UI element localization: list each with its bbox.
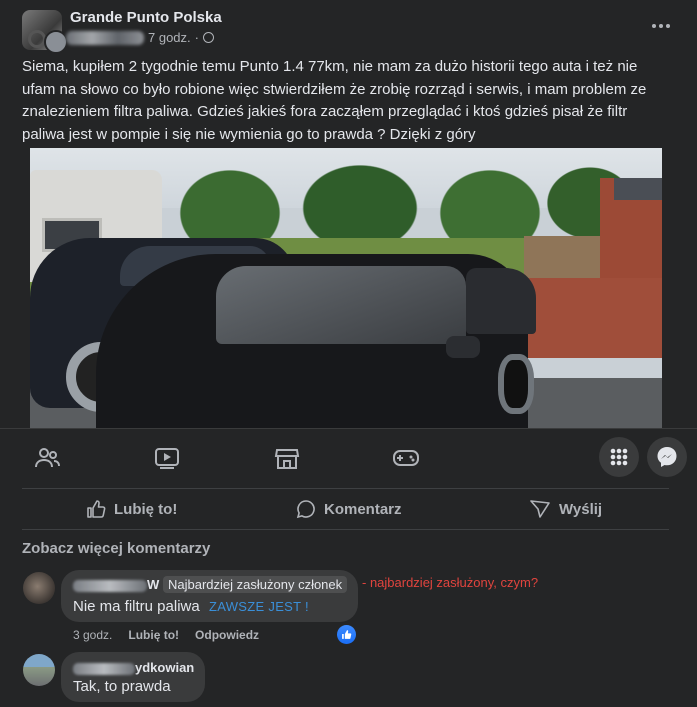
photo-roof: [614, 178, 662, 200]
comment-text: Nie ma filtru paliwa: [73, 598, 200, 615]
share-button[interactable]: Wyślij: [529, 494, 602, 524]
comment-bubble: W Najbardziej zasłużony członek Nie ma f…: [61, 570, 358, 622]
menu-grid-icon[interactable]: [599, 437, 639, 477]
commenter-name[interactable]: ydkowian: [73, 660, 194, 675]
photo-fence: [524, 236, 604, 280]
globe-icon: [203, 32, 214, 43]
post-card: Grande Punto Polska 7 godz. · Siema, kup…: [0, 0, 697, 707]
meta-separator: ·: [194, 30, 199, 45]
actions-bottom-divider: [22, 529, 669, 530]
commenter-avatar[interactable]: [23, 654, 55, 686]
post-photo[interactable]: [30, 148, 662, 428]
send-icon: [530, 500, 550, 518]
like-label: Lubię to!: [114, 500, 178, 518]
like-reaction-icon[interactable]: [337, 625, 356, 644]
comment-time[interactable]: 3 godz.: [73, 628, 112, 642]
photo-car-main: [96, 254, 536, 428]
comment-reply-link[interactable]: Odpowiedz: [195, 628, 259, 642]
commenter-name[interactable]: W: [73, 577, 159, 592]
group-name-link[interactable]: Grande Punto Polska: [70, 9, 222, 26]
see-more-comments-link[interactable]: Zobacz więcej komentarzy: [22, 540, 210, 557]
marketplace-icon[interactable]: [272, 443, 302, 473]
author-avatar[interactable]: [44, 30, 68, 54]
side-annotation: - najbardziej zasłużony, czym?: [362, 575, 539, 590]
friends-icon[interactable]: [32, 443, 62, 473]
comment-actions: 3 godz. Lubię to! Odpowiedz: [73, 628, 259, 642]
thumbs-up-icon: [87, 500, 106, 518]
comment-button[interactable]: Komentarz: [296, 494, 402, 524]
actions-top-divider: [22, 488, 669, 489]
top-contributor-badge: Najbardziej zasłużony członek: [163, 576, 348, 593]
post-header: Grande Punto Polska 7 godz. ·: [22, 8, 675, 54]
annotation-text: ZAWSZE JEST !: [209, 599, 309, 614]
share-label: Wyślij: [559, 500, 603, 518]
post-meta: 7 godz. ·: [66, 30, 214, 45]
like-button[interactable]: Lubię to!: [86, 494, 177, 524]
comment-like-link[interactable]: Lubię to!: [128, 628, 179, 642]
bottom-navbar: [0, 428, 697, 487]
comment-label: Komentarz: [324, 500, 402, 518]
comment-text: Tak, to prawda: [73, 678, 171, 695]
more-options-icon[interactable]: [647, 16, 675, 36]
commenter-avatar[interactable]: [23, 572, 55, 604]
comment-icon: [296, 500, 315, 519]
comment-bubble: ydkowian Tak, to prawda: [61, 652, 205, 702]
author-name-redacted[interactable]: [66, 30, 144, 45]
post-time[interactable]: 7 godz.: [148, 30, 191, 45]
post-text: Siema, kupiłem 2 tygodnie temu Punto 1.4…: [22, 58, 647, 143]
watch-video-icon[interactable]: [152, 443, 182, 473]
messenger-icon[interactable]: [647, 437, 687, 477]
gaming-icon[interactable]: [391, 443, 421, 473]
